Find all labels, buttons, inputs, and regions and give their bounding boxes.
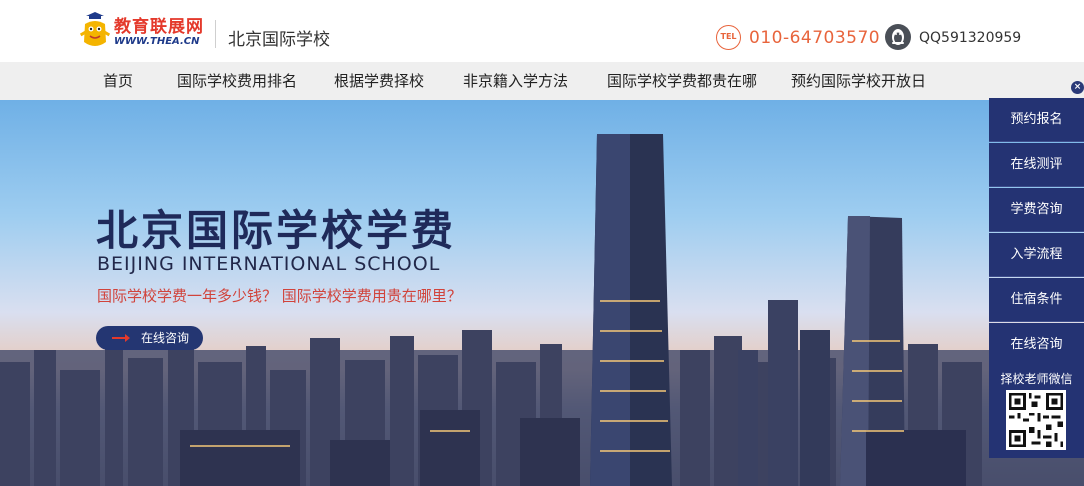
- qr-code-icon: [1006, 390, 1066, 450]
- mascot-logo-icon: [80, 12, 110, 46]
- qq-number[interactable]: QQ591320959: [919, 30, 1021, 46]
- nav-item-why-expensive[interactable]: 国际学校学费都贵在哪: [607, 62, 757, 100]
- tel-icon: TEL: [716, 25, 741, 50]
- hero-subtitle: BEIJING INTERNATIONAL SCHOOL: [97, 253, 441, 275]
- hero-title: 北京国际学校学费: [96, 206, 457, 255]
- sidebar-item-assessment[interactable]: 在线测评: [989, 143, 1084, 187]
- nav-item-non-beijing-admission[interactable]: 非京籍入学方法: [463, 62, 568, 100]
- sidebar-item-admission-process[interactable]: 入学流程: [989, 233, 1084, 277]
- nav-item-fee-ranking[interactable]: 国际学校费用排名: [177, 62, 297, 100]
- floating-sidebar: × 预约报名 在线测评 学费咨询 入学流程 住宿条件 在线咨询 择校老师微信: [989, 81, 1084, 458]
- sidebar-item-online-consult[interactable]: 在线咨询: [989, 323, 1084, 367]
- nav-item-choose-by-fee[interactable]: 根据学费择校: [334, 62, 424, 100]
- online-consult-label: 在线咨询: [141, 331, 190, 345]
- nav-item-open-day[interactable]: 预约国际学校开放日: [791, 62, 926, 100]
- phone-number: 010-64703570: [749, 28, 881, 48]
- online-consult-button[interactable]: 在线咨询: [96, 326, 203, 350]
- qq-penguin-icon: [892, 29, 904, 45]
- main-nav: 首页 国际学校费用排名 根据学费择校 非京籍入学方法 国际学校学费都贵在哪 预约…: [0, 62, 1084, 100]
- logo-text: 教育联展网: [114, 17, 204, 37]
- site-title: 北京国际学校: [228, 30, 330, 50]
- nav-item-home[interactable]: 首页: [103, 62, 133, 100]
- hero-banner: 北京国际学校学费 BEIJING INTERNATIONAL SCHOOL 国际…: [0, 100, 1084, 486]
- sidebar-item-signup[interactable]: 预约报名: [989, 98, 1084, 142]
- wechat-panel: 择校老师微信: [989, 366, 1084, 458]
- sidebar-item-accommodation[interactable]: 住宿条件: [989, 278, 1084, 322]
- arrow-right-icon: [112, 334, 130, 342]
- close-icon[interactable]: ×: [1071, 81, 1084, 94]
- site-logo[interactable]: 教育联展网 WWW.THEA.CN: [80, 10, 205, 52]
- logo-url-text: WWW.THEA.CN: [114, 36, 200, 47]
- wechat-label: 择校老师微信: [1000, 372, 1073, 386]
- qq-icon[interactable]: [885, 24, 911, 50]
- hero-question: 国际学校学费一年多少钱？ 国际学校学费用贵在哪里？: [97, 287, 462, 305]
- site-header: 教育联展网 WWW.THEA.CN 北京国际学校 TEL 010-6470357…: [0, 0, 1084, 62]
- sidebar-item-fee-consult[interactable]: 学费咨询: [989, 188, 1084, 232]
- header-divider: [215, 20, 216, 48]
